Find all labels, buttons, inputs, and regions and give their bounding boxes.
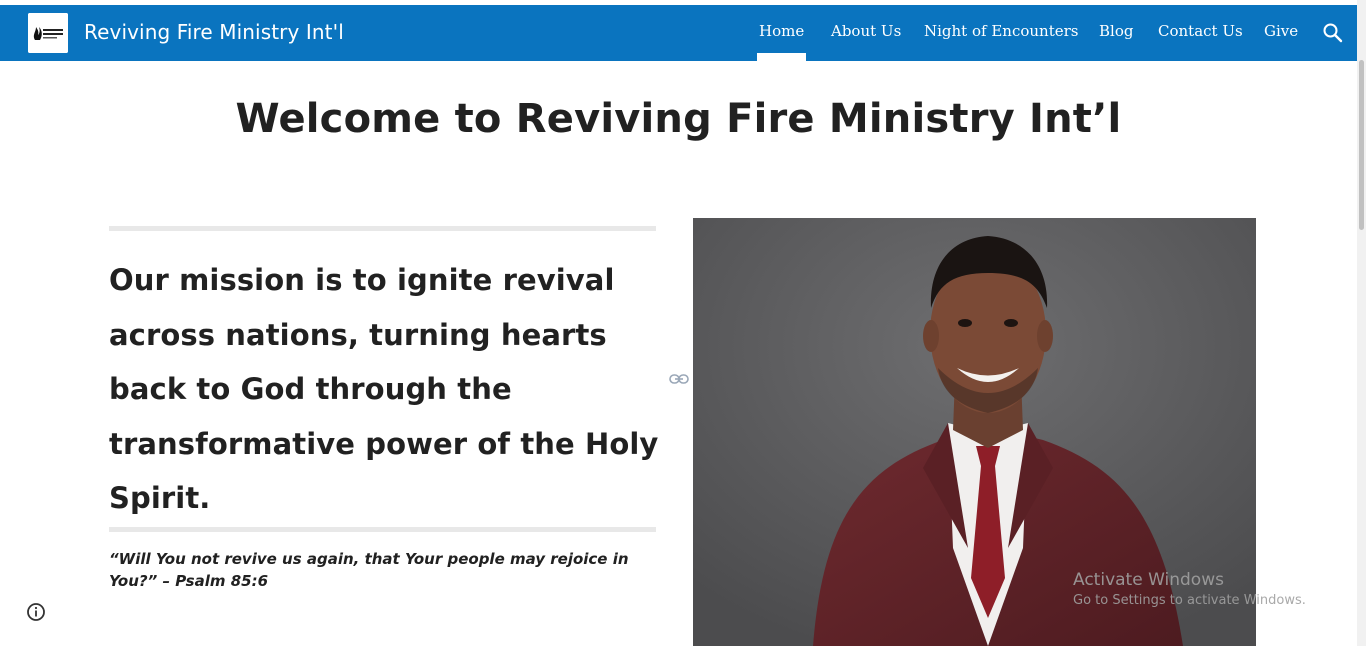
nav-give[interactable]: Give [1264, 22, 1298, 40]
page-title: Welcome to Reviving Fire Ministry Int’l [235, 96, 1122, 142]
activate-windows-watermark: Activate Windows Go to Settings to activ… [1073, 570, 1306, 608]
mission-statement: Our mission is to ignite revival across … [109, 263, 659, 515]
divider-top [109, 226, 656, 231]
nav-contact-us[interactable]: Contact Us [1158, 22, 1243, 40]
link-icon [669, 374, 689, 384]
nav-about-us[interactable]: About Us [831, 22, 901, 40]
divider-bottom [109, 527, 656, 532]
nav-night-of-encounters[interactable]: Night of Encounters [924, 22, 1078, 40]
search-icon [1323, 23, 1343, 43]
site-header: Reviving Fire Ministry Int'l Home About … [0, 5, 1357, 61]
search-button[interactable] [1321, 21, 1345, 45]
link-button[interactable] [668, 370, 690, 388]
scrollbar-thumb[interactable] [1359, 60, 1364, 230]
info-icon [27, 603, 45, 621]
quote-reference: – Psalm 85:6 [157, 572, 269, 590]
nav-active-indicator [757, 53, 806, 61]
site-title[interactable]: Reviving Fire Ministry Int'l [84, 20, 344, 44]
site-logo[interactable] [28, 13, 68, 53]
flame-logo-icon [28, 13, 68, 53]
activate-title: Activate Windows [1073, 570, 1224, 590]
site-info-button[interactable] [26, 602, 46, 622]
nav-home[interactable]: Home [759, 22, 804, 40]
activate-subtitle: Go to Settings to activate Windows. [1073, 593, 1306, 608]
scripture-quote: “Will You not revive us again, that Your… [109, 548, 649, 592]
nav-blog[interactable]: Blog [1099, 22, 1133, 40]
